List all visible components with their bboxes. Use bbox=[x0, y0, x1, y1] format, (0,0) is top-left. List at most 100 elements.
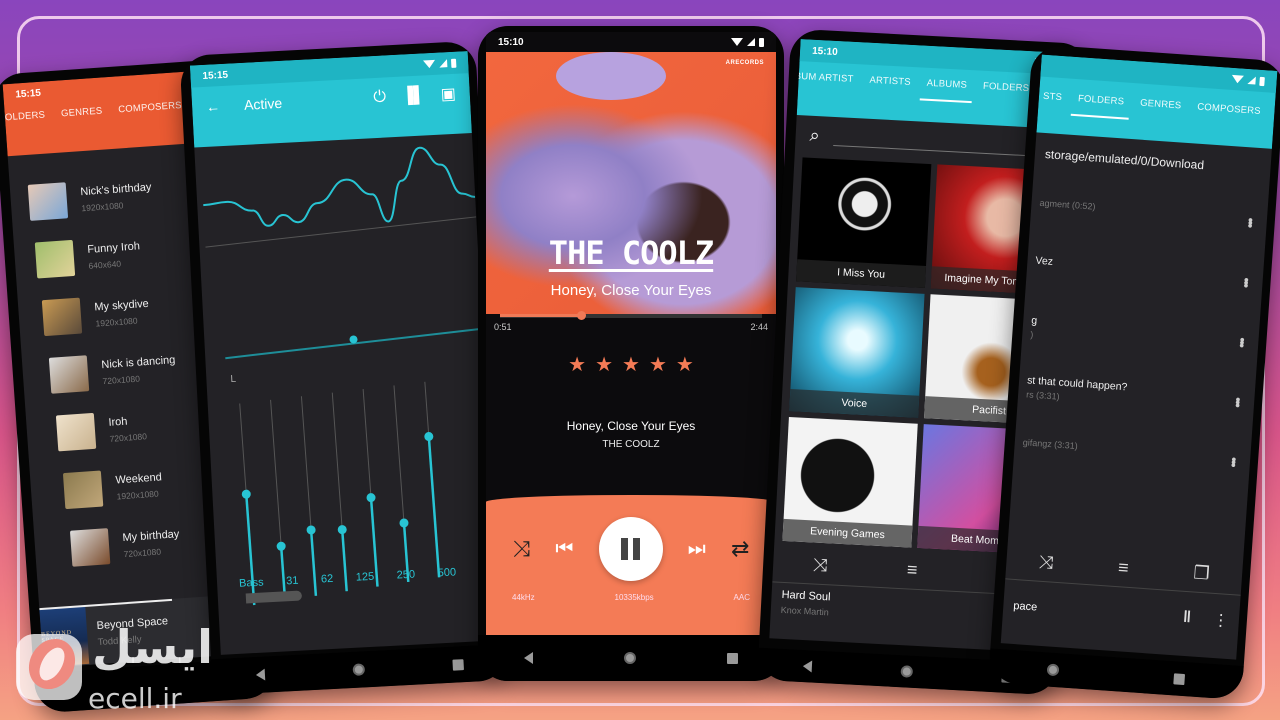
shuffle-icon[interactable]: ⤨ bbox=[1038, 552, 1054, 574]
eq-band-level bbox=[427, 436, 441, 578]
nav-home-icon[interactable] bbox=[900, 665, 914, 678]
repeat-icon[interactable]: ⇄ bbox=[731, 536, 749, 562]
status-time: 15:15 bbox=[202, 69, 229, 82]
video-resolution: 720x1080 bbox=[109, 430, 148, 444]
nav-back-icon[interactable] bbox=[802, 660, 812, 673]
phone-now-playing: 15:10 ARECORDS THE COOLZ Honey, Close Yo… bbox=[478, 26, 784, 681]
video-title: Weekend bbox=[115, 470, 163, 487]
pause-icon[interactable]: ‖ bbox=[1182, 609, 1191, 628]
playback-controls: ⤨ ⏮ ⏭ ⇄ 44kHz 10335kbps AAC bbox=[486, 495, 776, 635]
nav-back-icon[interactable] bbox=[523, 652, 533, 664]
nav-recents-icon[interactable] bbox=[727, 652, 739, 664]
more-options-icon[interactable]: ••• bbox=[1242, 217, 1259, 227]
pause-button[interactable] bbox=[598, 517, 663, 581]
logo-fa-text: ایسل bbox=[92, 620, 213, 674]
eq-band-label: 31 bbox=[285, 574, 299, 588]
next-icon[interactable]: ⏭ bbox=[688, 538, 706, 561]
back-arrow-icon[interactable]: ← bbox=[206, 98, 221, 115]
rating-stars[interactable]: ★ ★ ★ ★ ★ bbox=[486, 352, 776, 377]
seek-fill bbox=[500, 314, 582, 317]
tab-album-artist[interactable]: BUM ARTIST bbox=[794, 71, 853, 85]
seek-bar[interactable] bbox=[500, 311, 762, 320]
eq-band-knob bbox=[399, 518, 409, 528]
balance-label: L bbox=[230, 374, 237, 385]
album-tile[interactable]: I Miss You bbox=[796, 157, 932, 288]
equalizer-icon[interactable]: ▐▌ bbox=[402, 86, 426, 105]
total-time: 2:44 bbox=[750, 322, 768, 332]
nav-back-icon[interactable] bbox=[255, 668, 266, 682]
tab-folders[interactable]: FOLDERS bbox=[983, 81, 1030, 94]
cover-song-title: Honey, Close Your Eyes bbox=[550, 282, 712, 299]
video-thumbnail bbox=[41, 297, 83, 337]
shuffle-icon[interactable]: ⤨ bbox=[812, 554, 828, 576]
eq-band-label: Bass bbox=[238, 576, 264, 590]
bitrate: 10335kbps bbox=[614, 593, 654, 602]
video-thumbnail bbox=[48, 355, 90, 394]
tab-folders[interactable]: FOLDERS bbox=[1078, 93, 1125, 107]
album-tile[interactable]: Evening Games bbox=[782, 417, 918, 548]
video-resolution: 1920x1080 bbox=[116, 488, 159, 501]
nav-home-icon[interactable] bbox=[623, 652, 636, 664]
tab-composers[interactable]: COMPOSERS bbox=[118, 100, 182, 115]
balance-track bbox=[225, 327, 483, 360]
tab-genres[interactable]: GENRES bbox=[61, 106, 103, 120]
track-title: Honey, Close Your Eyes bbox=[566, 419, 696, 433]
video-resolution: 1920x1080 bbox=[95, 315, 138, 329]
video-title: Nick's birthday bbox=[79, 180, 152, 198]
eq-title: Active bbox=[243, 94, 283, 113]
power-icon[interactable]: ⏻ bbox=[373, 88, 387, 107]
nav-home-icon[interactable] bbox=[352, 663, 366, 676]
tab-albums[interactable]: ALBUMS bbox=[926, 78, 967, 91]
phone-equalizer: 15:15 ← Active ⏻ ▐▌ ▣ L Bass 31 62 125 250 50… bbox=[179, 40, 509, 696]
video-title: My birthday bbox=[122, 527, 180, 544]
previous-icon[interactable]: ⏮ bbox=[555, 538, 573, 561]
more-options-icon[interactable]: ⋮ bbox=[1212, 610, 1229, 631]
search-icon[interactable]: ⌕ bbox=[809, 124, 820, 145]
star-icon[interactable]: ★ bbox=[595, 352, 613, 377]
view-mode-icon[interactable]: ❐ bbox=[1193, 562, 1210, 584]
sort-icon[interactable]: ≡ bbox=[906, 559, 918, 581]
status-time: 15:10 bbox=[498, 36, 524, 48]
nav-recents-icon[interactable] bbox=[452, 658, 464, 671]
record-label: ARECORDS bbox=[725, 60, 764, 66]
eq-band-knob bbox=[337, 525, 347, 535]
eq-baseline bbox=[205, 216, 477, 248]
status-time: 15:10 bbox=[811, 45, 838, 58]
mini-player[interactable]: pace ‖ ⋮ bbox=[1002, 589, 1240, 637]
video-thumbnail bbox=[62, 470, 104, 510]
eq-band-label: 250 bbox=[396, 568, 416, 582]
shuffle-icon[interactable]: ⤨ bbox=[513, 536, 531, 562]
more-options-icon[interactable]: ••• bbox=[1230, 397, 1247, 407]
star-icon[interactable]: ★ bbox=[622, 352, 640, 377]
video-resolution: 720x1080 bbox=[123, 546, 162, 559]
sort-icon[interactable]: ≡ bbox=[1117, 557, 1130, 579]
more-options-icon[interactable]: ••• bbox=[1238, 277, 1255, 287]
eq-response-curve bbox=[203, 146, 476, 227]
tab-genres[interactable]: GENRES bbox=[1140, 98, 1182, 112]
more-options-icon[interactable]: ••• bbox=[1226, 456, 1243, 466]
more-options-icon[interactable]: ••• bbox=[1234, 337, 1251, 347]
album-tile[interactable]: Voice bbox=[789, 287, 925, 418]
star-icon[interactable]: ★ bbox=[568, 352, 586, 377]
video-title: Funny Iroh bbox=[86, 239, 141, 256]
eq-band-knob bbox=[241, 489, 251, 499]
mini-title: pace bbox=[1012, 599, 1038, 614]
star-icon[interactable]: ★ bbox=[649, 352, 667, 377]
nav-home-icon[interactable] bbox=[1046, 663, 1060, 677]
save-icon[interactable]: ▣ bbox=[440, 84, 456, 105]
video-resolution: 720x1080 bbox=[102, 373, 141, 386]
star-icon[interactable]: ★ bbox=[676, 352, 694, 377]
track-artist: THE COOLZ bbox=[602, 439, 660, 450]
tab-composers[interactable]: COMPOSERS bbox=[1197, 102, 1261, 117]
album-cover: ARECORDS THE COOLZ Honey, Close Your Eye… bbox=[486, 52, 776, 314]
tab-folders[interactable]: FOLDERS bbox=[3, 110, 46, 124]
elapsed-time: 0:51 bbox=[494, 322, 512, 332]
logo-url-text: ecell.ir bbox=[88, 682, 182, 715]
tab-artists[interactable]: ARTISTS bbox=[869, 75, 911, 88]
video-thumbnail bbox=[69, 528, 111, 567]
eq-band-label: 62 bbox=[320, 572, 334, 586]
eq-header: 15:15 ← Active ⏻ ▐▌ ▣ bbox=[189, 51, 472, 148]
tab-artists[interactable]: STS bbox=[1043, 91, 1063, 103]
nav-recents-icon[interactable] bbox=[1173, 672, 1186, 685]
video-resolution: 640x640 bbox=[88, 258, 122, 271]
